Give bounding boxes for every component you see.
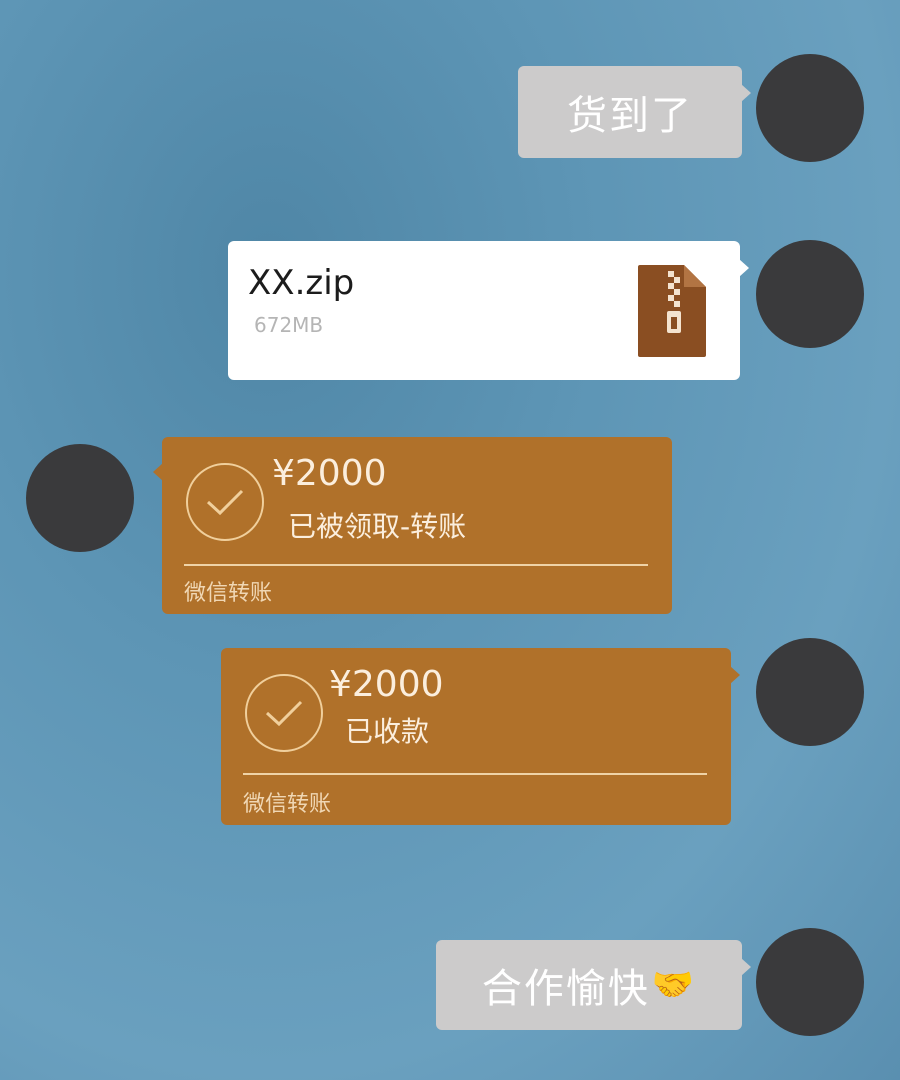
- avatar[interactable]: [26, 444, 134, 552]
- file-size: 672MB: [254, 313, 324, 337]
- file-name: XX.zip: [248, 263, 355, 303]
- transfer-amount: ¥2000: [272, 453, 387, 494]
- handshake-emoji-icon: 🤝: [651, 965, 697, 1005]
- message-text: 合作愉快: [481, 966, 650, 1012]
- message-bubble-text[interactable]: 货到了: [518, 66, 751, 158]
- check-icon: [186, 463, 264, 541]
- transfer-status: 已被领取-转账: [288, 510, 467, 543]
- divider: [243, 773, 707, 775]
- transfer-amount: ¥2000: [329, 664, 444, 705]
- message-bubble-text[interactable]: 合作愉快 🤝: [436, 940, 751, 1030]
- transfer-status: 已收款: [345, 715, 430, 748]
- transfer-footer: 微信转账: [243, 792, 332, 817]
- transfer-footer: 微信转账: [184, 581, 273, 606]
- zip-file-icon: [638, 265, 706, 357]
- avatar[interactable]: [756, 54, 864, 162]
- avatar[interactable]: [756, 638, 864, 746]
- avatar[interactable]: [756, 240, 864, 348]
- avatar[interactable]: [756, 928, 864, 1036]
- message-text: 货到了: [567, 93, 693, 139]
- transfer-card[interactable]: ¥2000 已收款 微信转账: [221, 648, 740, 825]
- check-icon: [245, 674, 323, 752]
- transfer-card[interactable]: ¥2000 已被领取-转账 微信转账: [153, 437, 672, 614]
- file-message-bubble[interactable]: XX.zip 672MB: [228, 241, 749, 380]
- divider: [184, 564, 648, 566]
